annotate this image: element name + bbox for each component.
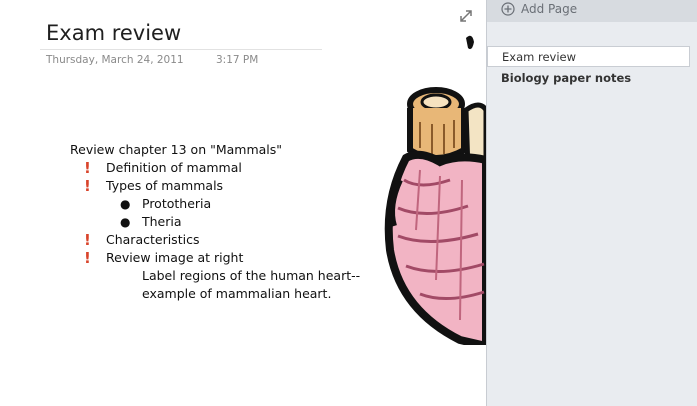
page-time: 3:17 PM (216, 54, 259, 66)
outline-item[interactable]: ! Definition of mammal (70, 159, 360, 177)
exclamation-icon: ! (84, 249, 91, 267)
add-page-label: Add Page (521, 2, 578, 16)
outline-item[interactable]: example of mammalian heart. (70, 285, 360, 303)
exclamation-icon: ! (84, 231, 91, 249)
page-list-pane[interactable]: Add Page Exam review Biology paper notes (486, 0, 697, 406)
heart-illustration[interactable] (380, 30, 486, 345)
outline-item[interactable]: Label regions of the human heart-- (70, 267, 360, 285)
note-page-canvas[interactable]: Exam review Thursday, March 24, 2011 3:1… (0, 0, 486, 406)
page-title[interactable]: Exam review (46, 21, 181, 45)
bullet-dot: ● (120, 197, 131, 211)
outline-item[interactable]: ! Characteristics (70, 231, 360, 249)
outline-item[interactable]: ! Review image at right (70, 249, 360, 267)
outline-heading[interactable]: Review chapter 13 on "Mammals" (70, 141, 360, 159)
add-page-button[interactable]: Add Page (487, 0, 697, 22)
exclamation-icon: ! (84, 159, 91, 177)
expand-icon[interactable] (459, 9, 473, 23)
outline-item[interactable]: ! Types of mammals (70, 177, 360, 195)
page-tab-biology-paper-notes[interactable]: Biology paper notes (487, 68, 690, 89)
note-outline[interactable]: Review chapter 13 on "Mammals" ! Definit… (70, 141, 360, 303)
title-divider (40, 49, 322, 50)
plus-circle-icon (501, 2, 515, 16)
exclamation-icon: ! (84, 177, 91, 195)
outline-item[interactable]: ● Theria (70, 213, 360, 231)
page-date: Thursday, March 24, 2011 (46, 54, 184, 66)
bullet-dot: ● (120, 215, 131, 229)
outline-item[interactable]: ● Prototheria (70, 195, 360, 213)
page-tab-exam-review[interactable]: Exam review (487, 46, 690, 67)
